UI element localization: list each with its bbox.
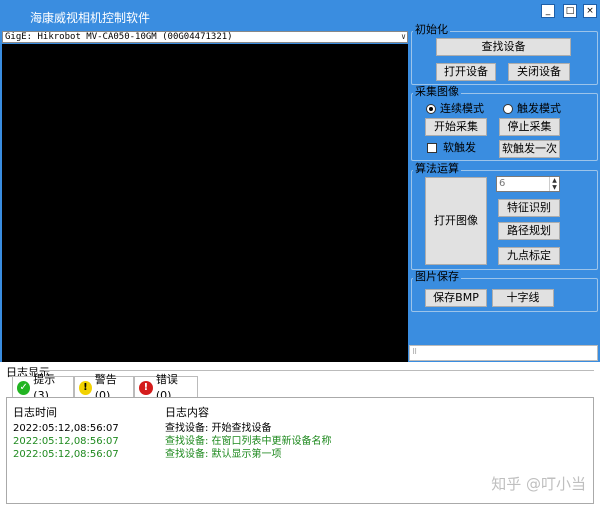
- column-header-content: 日志内容: [165, 406, 209, 419]
- close-button[interactable]: ×: [583, 4, 597, 18]
- maximize-button[interactable]: □: [563, 4, 577, 18]
- trigger-mode-radio[interactable]: [503, 104, 513, 114]
- crosshair-button[interactable]: 十字线: [492, 289, 554, 307]
- soft-trigger-label: 软触发: [443, 141, 476, 154]
- camera-select-value: GigE: Hikrobot MV-CA050-10GM (00G0447132…: [5, 32, 233, 42]
- camera-select[interactable]: GigE: Hikrobot MV-CA050-10GM (00G0447132…: [2, 31, 408, 43]
- feature-recognition-button[interactable]: 特征识别: [498, 199, 560, 217]
- table-row[interactable]: 2022:05:12,08:56:07: [13, 435, 119, 448]
- trigger-mode-label: 触发模式: [517, 102, 561, 115]
- soft-trigger-checkbox[interactable]: [427, 143, 437, 153]
- status-bar: ⠿: [409, 345, 598, 361]
- save-group-title: 图片保存: [413, 270, 461, 283]
- tab-warning[interactable]: ! 警告(0): [74, 373, 134, 402]
- path-planning-button[interactable]: 路径规划: [498, 222, 560, 240]
- tab-error[interactable]: ! 错误(0): [134, 373, 198, 402]
- minimize-button[interactable]: _: [541, 4, 555, 18]
- open-image-button[interactable]: 打开图像: [425, 177, 487, 265]
- log-content: 查找设备: 在窗口列表中更新设备名称: [165, 436, 332, 447]
- algorithm-group-title: 算法运算: [413, 162, 461, 175]
- table-row[interactable]: 2022:05:12,08:56:07: [13, 448, 119, 461]
- capture-group-title: 采集图像: [413, 85, 461, 98]
- continuous-mode-label: 连续模式: [440, 102, 484, 115]
- watermark: 知乎 @叮小当: [491, 475, 586, 493]
- start-capture-button[interactable]: 开始采集: [425, 118, 487, 136]
- log-content: 查找设备: 默认显示第一项: [165, 449, 282, 460]
- find-device-button[interactable]: 查找设备: [436, 38, 571, 56]
- info-check-icon: ✓: [17, 380, 31, 395]
- chevron-down-icon[interactable]: ∨: [401, 32, 406, 42]
- window-title: 海康威视相机控制软件: [30, 11, 151, 25]
- close-device-button[interactable]: 关闭设备: [508, 63, 570, 81]
- open-device-button[interactable]: 打开设备: [436, 63, 496, 81]
- spinbox-value: 6: [499, 178, 506, 189]
- camera-preview: [2, 44, 408, 362]
- column-header-time: 日志时间: [13, 406, 57, 419]
- resize-grip-icon[interactable]: ⠿: [412, 348, 417, 356]
- table-row[interactable]: 2022:05:12,08:56:07: [13, 422, 119, 435]
- spin-arrows-icon[interactable]: ▲ ▼: [549, 177, 559, 191]
- log-time: 2022:05:12,08:56:07: [13, 436, 119, 447]
- log-time: 2022:05:12,08:56:07: [13, 449, 119, 460]
- warning-icon: !: [79, 380, 92, 395]
- continuous-mode-radio[interactable]: [426, 104, 436, 114]
- log-content: 查找设备: 开始查找设备: [165, 423, 272, 434]
- stop-capture-button[interactable]: 停止采集: [499, 118, 560, 136]
- tab-info[interactable]: ✓ 提示(3): [12, 373, 74, 402]
- value-spinbox[interactable]: 6 ▲ ▼: [496, 176, 560, 192]
- soft-trigger-once-button[interactable]: 软触发一次: [499, 140, 560, 158]
- save-bmp-button[interactable]: 保存BMP: [425, 289, 487, 307]
- error-icon: !: [139, 380, 153, 395]
- nine-point-calibration-button[interactable]: 九点标定: [498, 247, 560, 265]
- log-time: 2022:05:12,08:56:07: [13, 423, 119, 434]
- init-group-title: 初始化: [413, 23, 450, 36]
